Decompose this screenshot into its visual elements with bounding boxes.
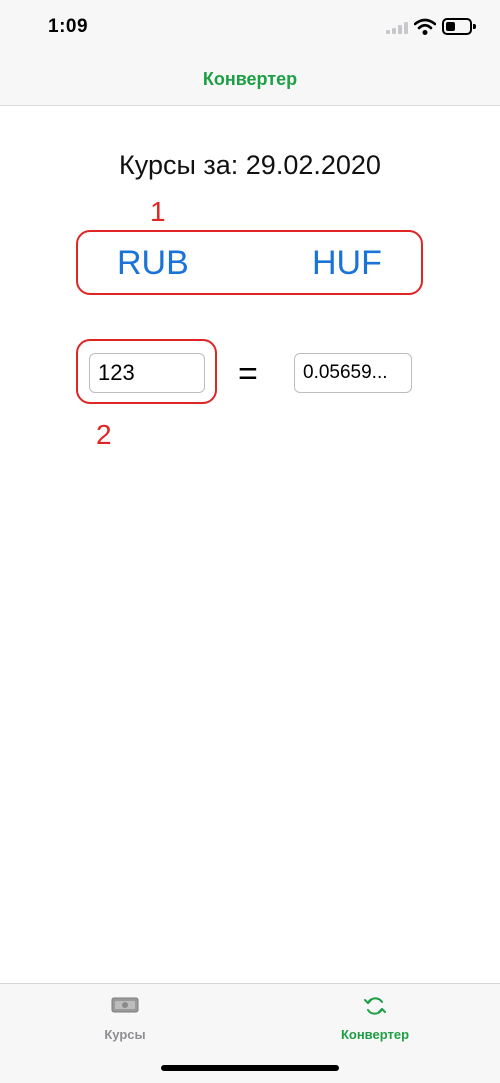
tab-converter[interactable]: Конвертер [250,984,500,1048]
rates-date-label: Курсы за: 29.02.2020 [119,150,381,180]
result-field: 0.05659... [294,353,412,393]
battery-icon [442,18,476,35]
tab-rates[interactable]: Курсы [0,984,250,1048]
convert-icon [364,997,386,1015]
status-time: 1:09 [48,16,89,37]
annotation-number-2: 2 [96,419,112,450]
equals-sign: = [238,355,258,393]
status-bar: 1:09 [0,0,500,56]
amount-input[interactable] [89,353,205,393]
banknote-icon [111,997,139,1013]
tab-rates-label: Курсы [104,1027,146,1042]
annotation-number-1: 1 [150,196,166,227]
wifi-icon [414,18,436,35]
page-title: Конвертер [202,69,298,89]
tab-converter-label: Конвертер [340,1027,410,1042]
from-currency-button[interactable]: RUB [117,244,189,283]
home-indicator[interactable] [161,1065,339,1071]
to-currency-button[interactable]: HUF [312,244,382,283]
navigation-bar: Конвертер [0,56,500,106]
cellular-signal-icon [386,22,410,34]
